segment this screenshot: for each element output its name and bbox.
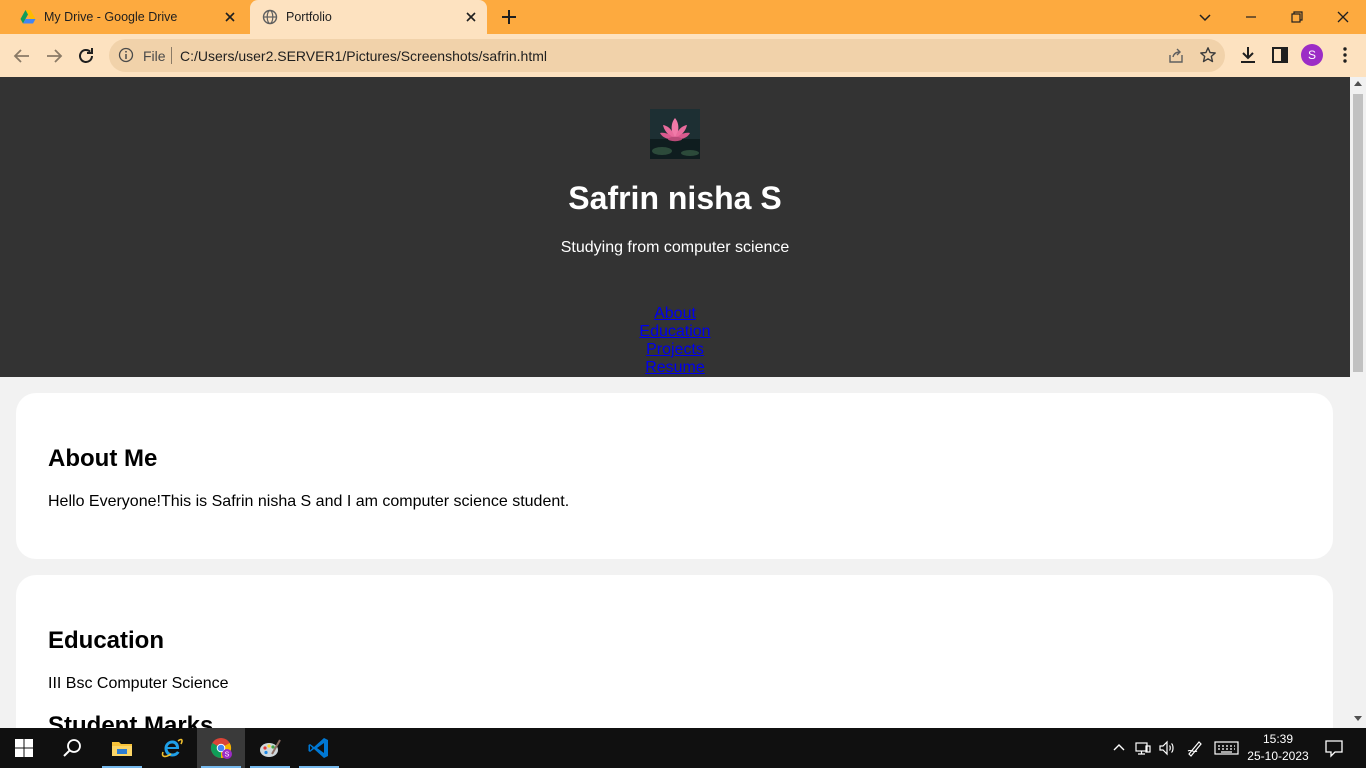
restore-icon[interactable] [1285, 5, 1309, 29]
more-menu-icon[interactable] [1335, 45, 1355, 65]
windows-taskbar: S 15:39 25-10-2023 [0, 728, 1366, 768]
vscode-icon [307, 736, 331, 760]
taskbar-file-explorer[interactable] [98, 728, 146, 768]
about-text: Hello Everyone!This is Safrin nisha S an… [48, 493, 570, 510]
forward-arrow-icon[interactable] [42, 44, 66, 68]
start-button[interactable] [0, 728, 48, 768]
tab-google-drive[interactable]: My Drive - Google Drive [8, 0, 246, 34]
clock-time: 15:39 [1262, 732, 1294, 746]
clock-date: 25-10-2023 [1247, 749, 1309, 763]
close-tab-icon[interactable] [222, 9, 238, 25]
taskbar-vscode[interactable] [295, 728, 343, 768]
back-arrow-icon[interactable] [10, 44, 34, 68]
internet-explorer-icon [160, 736, 184, 760]
side-panel-icon[interactable] [1270, 45, 1290, 65]
site-title: Safrin nisha S [568, 180, 782, 216]
taskbar-paint[interactable] [246, 728, 294, 768]
site-tagline: Studying from computer science [560, 239, 790, 256]
page-viewport: Safrin nisha S Studying from computer sc… [0, 77, 1366, 728]
paint-icon [258, 736, 282, 760]
education-heading: Education [48, 627, 165, 654]
taskbar-chrome[interactable]: S [197, 728, 245, 768]
notification-center-icon[interactable] [1324, 738, 1344, 758]
tab-portfolio[interactable]: Portfolio [250, 0, 487, 34]
reload-icon[interactable] [74, 44, 98, 68]
windows-start-icon [12, 736, 36, 760]
vertical-scrollbar[interactable] [1350, 77, 1366, 728]
student-marks-heading: Student Marks [48, 712, 214, 728]
close-tab-icon[interactable] [463, 9, 479, 25]
nav-link-projects[interactable]: Projects [646, 341, 704, 359]
tab-label: Portfolio [286, 10, 332, 24]
volume-icon[interactable] [1158, 739, 1176, 757]
search-icon [60, 736, 84, 760]
url-scheme-label: File [143, 48, 166, 64]
education-degree: III Bsc Computer Science [48, 675, 229, 692]
tab-label: My Drive - Google Drive [44, 10, 178, 24]
new-tab-plus-icon[interactable] [499, 7, 519, 27]
profile-photo-lotus [650, 109, 700, 159]
about-section: About Me Hello Everyone!This is Safrin n… [16, 393, 1333, 559]
browser-toolbar: File C:/Users/user2.SERVER1/Pictures/Scr… [0, 34, 1366, 77]
tab-strip: My Drive - Google Drive Portfolio [0, 0, 1366, 34]
profile-avatar[interactable]: S [1301, 44, 1323, 66]
tab-search-chevron-icon[interactable] [1193, 5, 1217, 29]
touch-keyboard-icon[interactable] [1214, 739, 1240, 757]
info-icon[interactable] [118, 47, 134, 63]
address-divider [171, 47, 172, 64]
taskbar-internet-explorer[interactable] [148, 728, 196, 768]
show-hidden-icons-chevron-icon[interactable] [1110, 739, 1128, 757]
close-window-icon[interactable] [1331, 5, 1355, 29]
globe-icon [262, 9, 278, 25]
chrome-icon: S [209, 736, 233, 760]
google-drive-icon [20, 9, 36, 25]
system-clock[interactable]: 15:39 25-10-2023 [1240, 731, 1316, 765]
about-heading: About Me [48, 445, 158, 472]
url-text[interactable]: C:/Users/user2.SERVER1/Pictures/Screensh… [180, 48, 547, 64]
pen-ink-workspace-icon[interactable] [1186, 739, 1204, 757]
scroll-down-arrow-icon[interactable] [1354, 716, 1362, 721]
nav-link-education[interactable]: Education [639, 323, 710, 341]
nav-link-about[interactable]: About [654, 305, 696, 323]
svg-text:S: S [225, 752, 230, 759]
minimize-icon[interactable] [1239, 5, 1263, 29]
file-explorer-icon [110, 736, 134, 760]
scrollbar-thumb[interactable] [1353, 94, 1363, 372]
main-nav: About Education Projects Resume [0, 305, 1350, 377]
download-icon[interactable] [1238, 45, 1258, 65]
share-icon[interactable] [1167, 47, 1185, 65]
site-header: Safrin nisha S Studying from computer sc… [0, 77, 1350, 377]
scroll-up-arrow-icon[interactable] [1354, 81, 1362, 86]
taskbar-search-button[interactable] [48, 728, 96, 768]
address-bar[interactable]: File C:/Users/user2.SERVER1/Pictures/Scr… [109, 39, 1225, 72]
bookmark-star-icon[interactable] [1199, 46, 1217, 64]
nav-link-resume[interactable]: Resume [645, 359, 705, 377]
network-icon[interactable] [1134, 739, 1152, 757]
education-section: Education III Bsc Computer Science Stude… [16, 575, 1333, 728]
